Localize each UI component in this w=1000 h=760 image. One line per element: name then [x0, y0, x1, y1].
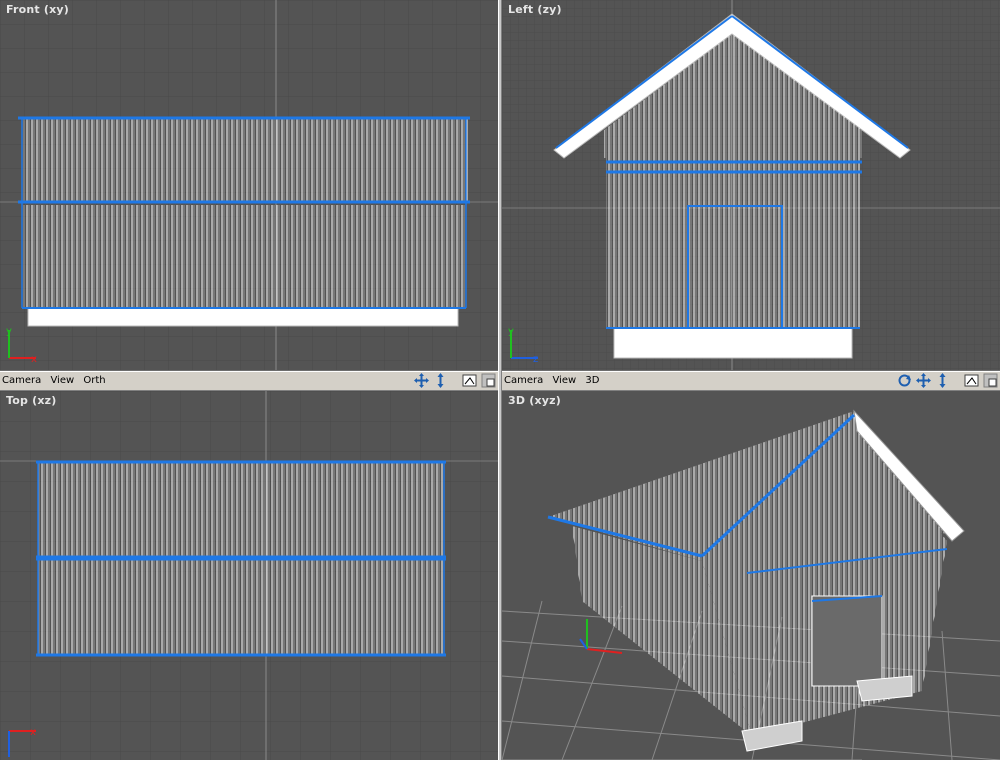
zoom-icon[interactable]	[935, 373, 950, 388]
front-view-label: Front (xy)	[6, 3, 70, 16]
foundation-left	[613, 327, 853, 359]
move-icon[interactable]	[916, 373, 931, 388]
mode-menu-right[interactable]: 3D	[585, 375, 599, 386]
viewport-splitter[interactable]	[498, 0, 502, 760]
side-wall	[606, 158, 860, 328]
svg-text:x: x	[31, 354, 37, 365]
roof-panel-front	[22, 118, 468, 202]
move-icon[interactable]	[414, 373, 429, 388]
door-opening-3d	[811, 595, 883, 687]
foundation-front	[27, 307, 459, 327]
roof-plane-top-b	[38, 559, 444, 655]
zoom-icon[interactable]	[433, 373, 448, 388]
render-icon[interactable]	[964, 373, 979, 388]
render-icon[interactable]	[462, 373, 477, 388]
mode-menu-left[interactable]: Orth	[83, 375, 105, 386]
front-canvas[interactable]: x y	[0, 0, 498, 370]
camera-toolbar-left: Camera View Orth	[0, 371, 498, 391]
rotate-icon[interactable]	[897, 373, 912, 388]
maximize-icon[interactable]	[481, 373, 496, 388]
view-menu-right[interactable]: View	[552, 375, 576, 386]
maximize-icon[interactable]	[983, 373, 998, 388]
camera-menu-left[interactable]: Camera	[2, 375, 41, 386]
camera-toolbar-right: Camera View 3D	[502, 371, 1000, 391]
svg-text:y: y	[508, 326, 514, 337]
top-canvas[interactable]: x	[0, 391, 498, 760]
front-viewport[interactable]: x y Front (xy)	[0, 0, 498, 370]
roof-plane-top-a	[38, 462, 444, 556]
svg-text:z: z	[533, 354, 538, 365]
camera-menu-right[interactable]: Camera	[504, 375, 543, 386]
left-view-label: Left (zy)	[508, 3, 562, 16]
top-view-label: Top (xz)	[6, 394, 57, 407]
perspective-viewport[interactable]: 3D (xyz)	[502, 391, 1000, 760]
wall-panel-front	[22, 205, 466, 308]
svg-text:y: y	[6, 326, 12, 337]
perspective-canvas[interactable]	[502, 391, 1000, 760]
3d-view-label: 3D (xyz)	[508, 394, 561, 407]
view-menu-left[interactable]: View	[50, 375, 74, 386]
top-viewport[interactable]: x Top (xz)	[0, 391, 498, 760]
left-viewport[interactable]: z y Left (zy)	[502, 0, 1000, 370]
left-canvas[interactable]: z y	[502, 0, 1000, 370]
svg-text:x: x	[30, 727, 36, 738]
